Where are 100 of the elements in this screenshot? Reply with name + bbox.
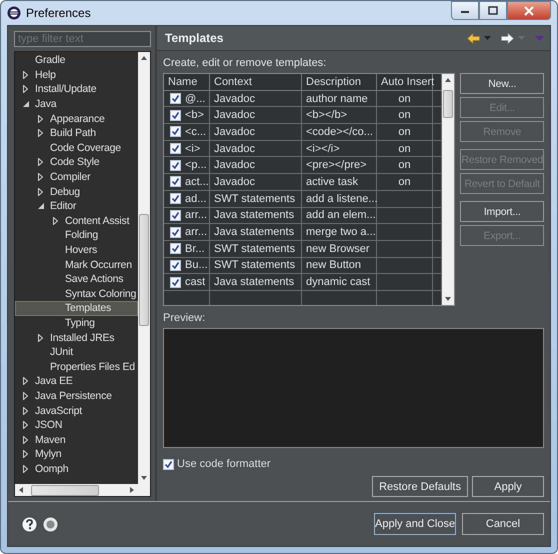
table-cell <box>433 224 442 241</box>
scroll-thumb[interactable] <box>139 214 149 326</box>
table-cell: <i></i> <box>302 140 377 158</box>
tree-item[interactable]: Java <box>15 96 138 112</box>
forward-arrow-icon[interactable] <box>501 32 514 44</box>
tree-item[interactable]: JavaScript <box>15 403 138 418</box>
close-button[interactable] <box>507 1 551 20</box>
table-cell: active task <box>302 174 377 191</box>
tree-item[interactable]: Maven <box>15 432 138 448</box>
checkbox[interactable] <box>170 93 181 104</box>
collapsed-arrow-icon[interactable] <box>38 114 43 123</box>
collapsed-arrow-icon[interactable] <box>38 173 43 182</box>
collapsed-arrow-icon[interactable] <box>23 392 28 400</box>
tree-item[interactable]: Save Actions <box>15 272 138 286</box>
minimize-button[interactable] <box>451 1 479 20</box>
table-cell: Javadoc <box>210 107 302 124</box>
tree-item[interactable]: Templates <box>15 301 138 316</box>
side-button[interactable]: New... <box>460 73 544 94</box>
checkbox[interactable] <box>170 226 181 238</box>
collapsed-arrow-icon[interactable] <box>23 450 28 458</box>
table-cell <box>433 174 442 191</box>
tree-item[interactable]: Mylyn <box>15 447 138 462</box>
tree-item[interactable]: Oomph <box>15 462 138 476</box>
scroll-thumb[interactable] <box>31 484 99 496</box>
table-cell <box>377 240 433 258</box>
help-icon[interactable] <box>22 516 37 532</box>
table-cell <box>377 208 433 224</box>
collapsed-arrow-icon[interactable] <box>38 129 43 138</box>
tree-item[interactable]: Content Assist <box>15 214 138 228</box>
checkbox[interactable] <box>170 193 181 204</box>
scrollbar[interactable] <box>138 52 150 484</box>
tree-item[interactable]: Compiler <box>15 170 138 184</box>
checkbox[interactable] <box>170 243 181 254</box>
collapsed-arrow-icon[interactable] <box>23 85 28 94</box>
table-cell: on <box>377 107 433 124</box>
checkbox[interactable] <box>170 176 181 188</box>
table-cell: new Button <box>302 258 377 274</box>
page-title: Templates <box>165 31 224 45</box>
table-cell: @... <box>185 92 206 105</box>
tree-item[interactable]: JUnit <box>15 344 138 360</box>
page-button[interactable]: Apply <box>472 476 544 497</box>
tree-item[interactable]: Java EE <box>15 374 138 389</box>
tree-item[interactable]: Code Style <box>15 155 138 170</box>
maximize-button[interactable] <box>479 1 507 20</box>
tree-item[interactable]: Mark Occurren <box>15 257 138 272</box>
checkbox[interactable] <box>170 126 181 138</box>
tree-item[interactable]: Hovers <box>15 242 138 258</box>
checkbox[interactable] <box>170 260 181 271</box>
table-cell: arr... <box>185 209 208 222</box>
tree-item[interactable]: JSON <box>15 418 138 432</box>
dialog-button[interactable]: Cancel <box>462 513 544 535</box>
collapsed-arrow-icon[interactable] <box>38 158 43 166</box>
record-icon[interactable] <box>43 516 58 532</box>
table-cell <box>433 258 442 274</box>
table-cell: add a listene... <box>302 190 377 208</box>
tree-item[interactable]: Build Path <box>15 126 138 141</box>
collapsed-arrow-icon[interactable] <box>23 406 28 415</box>
tree-item[interactable]: Install/Update <box>15 82 138 97</box>
tree-item[interactable]: Debug <box>15 184 138 199</box>
collapsed-arrow-icon[interactable] <box>53 216 58 225</box>
expanded-arrow-icon[interactable] <box>22 101 28 108</box>
tree-item[interactable]: Typing <box>15 316 138 330</box>
tree-item[interactable]: Editor <box>15 198 138 214</box>
collapsed-arrow-icon[interactable] <box>23 464 28 473</box>
table-cell: on <box>377 157 433 174</box>
collapsed-arrow-icon[interactable] <box>38 188 43 196</box>
checkbox[interactable] <box>170 110 181 121</box>
table-cell <box>433 274 442 291</box>
tree-item[interactable]: Java Persistence <box>15 388 138 404</box>
table-cell: Javadoc <box>210 140 302 158</box>
collapsed-arrow-icon[interactable] <box>23 70 28 79</box>
checkbox[interactable] <box>163 458 174 470</box>
tree-item[interactable]: Folding <box>15 228 138 243</box>
tree-item[interactable]: Installed JREs <box>15 330 138 345</box>
tree-item[interactable]: Syntax Coloring <box>15 286 138 302</box>
checkbox[interactable] <box>170 143 181 154</box>
tree-item[interactable]: Help <box>15 68 138 82</box>
table-cell <box>433 190 442 208</box>
expanded-arrow-icon[interactable] <box>38 203 44 210</box>
tree-item[interactable]: Properties Files Ed <box>15 359 138 374</box>
table-cell: Javadoc <box>210 174 302 191</box>
collapsed-arrow-icon[interactable] <box>23 377 28 386</box>
scrollbar[interactable] <box>442 74 454 305</box>
table-cell: Java statements <box>210 208 302 224</box>
table-cell: dynamic cast <box>302 274 377 291</box>
tree-item[interactable]: Code Coverage <box>15 140 138 156</box>
checkbox[interactable] <box>170 210 181 221</box>
tree-item[interactable]: Appearance <box>15 111 138 126</box>
page-button[interactable]: Restore Defaults <box>372 476 468 497</box>
back-arrow-icon[interactable] <box>467 32 480 44</box>
dialog-button[interactable]: Apply and Close <box>374 513 456 535</box>
tree-item[interactable]: Gradle <box>15 53 138 68</box>
side-button[interactable]: Import... <box>460 201 544 222</box>
checkbox[interactable] <box>170 276 181 288</box>
collapsed-arrow-icon[interactable] <box>38 334 43 342</box>
collapsed-arrow-icon[interactable] <box>23 421 28 430</box>
scrollbar[interactable] <box>15 484 150 496</box>
checkbox[interactable] <box>170 160 181 171</box>
scroll-thumb[interactable] <box>443 90 454 118</box>
collapsed-arrow-icon[interactable] <box>23 436 28 444</box>
